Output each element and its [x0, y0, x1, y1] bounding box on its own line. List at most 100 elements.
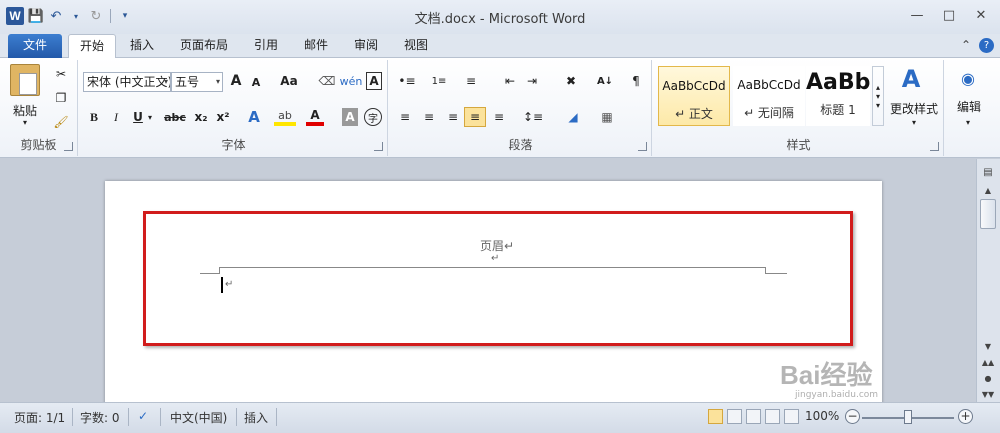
format-painter-icon[interactable]: 🖌 — [52, 114, 70, 130]
tab-insert[interactable]: 插入 — [122, 34, 162, 58]
change-styles-icon[interactable]: A — [894, 64, 928, 94]
paste-button-label[interactable]: 粘贴 — [4, 102, 46, 119]
decrease-indent-icon[interactable]: ⇤ — [500, 72, 520, 90]
font-size-combo[interactable]: 五号 ▾ — [171, 72, 223, 92]
paste-icon[interactable] — [10, 64, 40, 96]
web-layout-view-icon[interactable] — [746, 409, 761, 424]
close-button[interactable]: ✕ — [966, 4, 996, 26]
find-binoculars-icon[interactable]: ◉ — [956, 66, 980, 90]
paragraph-launcher-icon[interactable] — [638, 142, 647, 151]
clipboard-launcher-icon[interactable] — [64, 142, 73, 151]
minimize-ribbon-icon[interactable]: ⌃ — [961, 38, 971, 53]
previous-page-icon[interactable]: ▲▲ — [979, 355, 997, 369]
zoom-slider-thumb[interactable] — [904, 410, 912, 424]
subscript-icon[interactable]: x₂ — [192, 108, 210, 126]
scroll-up-icon[interactable]: ▲ — [979, 183, 997, 197]
distributed-icon[interactable]: ≡ — [490, 108, 508, 126]
browse-object-icon[interactable]: ● — [979, 371, 997, 385]
title-bar: W 💾 ↶ ▾ ↻ ▾ 文档.docx - Microsoft Word — □… — [0, 0, 1000, 34]
italic-icon[interactable]: I — [108, 108, 124, 126]
tab-home[interactable]: 开始 — [68, 34, 116, 59]
styles-launcher-icon[interactable] — [930, 142, 939, 151]
font-size-value: 五号 — [175, 75, 200, 89]
cut-icon[interactable]: ✂ — [52, 66, 70, 82]
minimize-button[interactable]: — — [902, 4, 932, 26]
copy-icon[interactable]: ❐ — [52, 90, 70, 106]
change-styles-label[interactable]: 更改样式 — [886, 100, 942, 117]
numbering-icon[interactable]: 1≡ — [428, 72, 450, 90]
language-indicator[interactable]: 中文(中国) — [170, 409, 227, 426]
page-count[interactable]: 页面: 1/1 — [14, 409, 65, 426]
change-case-icon[interactable]: Aa — [276, 72, 302, 90]
zoom-in-icon[interactable]: + — [958, 409, 973, 424]
bold-icon[interactable]: B — [86, 108, 102, 126]
editing-dropdown-icon[interactable]: ▾ — [962, 118, 974, 127]
style-sample: AaBbCcDd — [662, 79, 726, 93]
paste-dropdown-icon[interactable]: ▾ — [18, 118, 32, 127]
tab-page-layout[interactable]: 页面布局 — [172, 34, 236, 58]
enclose-characters-icon[interactable]: 字 — [364, 108, 382, 126]
tab-review[interactable]: 审阅 — [346, 34, 386, 58]
font-color-icon[interactable]: A — [306, 108, 324, 126]
full-screen-reading-view-icon[interactable] — [727, 409, 742, 424]
multilevel-list-icon[interactable]: ≡ — [460, 72, 482, 90]
group-label-font: 字体 — [221, 138, 246, 152]
align-left-icon[interactable]: ≡ — [396, 108, 414, 126]
align-center-icon[interactable]: ≡ — [420, 108, 438, 126]
status-separator — [276, 408, 277, 426]
zoom-out-icon[interactable]: − — [845, 409, 860, 424]
show-marks-icon[interactable]: ¶ — [628, 72, 644, 90]
underline-dropdown-icon[interactable]: ▾ — [144, 108, 156, 126]
scrollbar-thumb[interactable] — [980, 199, 996, 229]
phonetic-guide-icon[interactable]: wén — [340, 72, 363, 90]
highlight-icon[interactable]: ab — [274, 108, 296, 126]
style-no-spacing[interactable]: AaBbCcDd ↵ 无间隔 — [733, 66, 805, 126]
proofing-icon[interactable]: ✓ — [138, 409, 148, 423]
help-icon[interactable]: ? — [979, 38, 994, 53]
change-styles-dropdown-icon[interactable]: ▾ — [908, 118, 920, 127]
chinese-layout-icon[interactable]: ✖ — [558, 72, 584, 90]
draft-view-icon[interactable] — [784, 409, 799, 424]
ruler-toggle-icon[interactable]: ▤ — [979, 165, 997, 179]
sort-icon[interactable]: A↓ — [594, 72, 616, 90]
window-controls: — □ ✕ — [902, 4, 996, 26]
bullets-icon[interactable]: •≡ — [396, 72, 418, 90]
text-effects-icon[interactable]: A — [244, 108, 264, 126]
superscript-icon[interactable]: x² — [214, 108, 232, 126]
tab-references[interactable]: 引用 — [246, 34, 286, 58]
group-label-paragraph: 段落 — [508, 138, 533, 152]
maximize-button[interactable]: □ — [934, 4, 964, 26]
zoom-level[interactable]: 100% — [805, 409, 839, 423]
shading-icon[interactable]: ◢ — [560, 108, 586, 126]
font-launcher-icon[interactable] — [374, 142, 383, 151]
tab-view[interactable]: 视图 — [396, 34, 436, 58]
strikethrough-icon[interactable]: abc — [162, 108, 188, 126]
clear-format-icon[interactable]: ⌫ — [318, 72, 336, 90]
scroll-down-icon[interactable]: ▼ — [979, 339, 997, 353]
styles-gallery-scroll[interactable]: ▴ ▾ ▾ — [872, 66, 884, 126]
shrink-font-icon[interactable]: A — [248, 74, 264, 90]
increase-indent-icon[interactable]: ⇥ — [522, 72, 542, 90]
outline-view-icon[interactable] — [765, 409, 780, 424]
character-border-icon[interactable]: A — [366, 72, 382, 90]
font-name-combo[interactable]: 宋体 (中文正文) ▾ — [83, 72, 171, 92]
line-spacing-icon[interactable]: ↕≡ — [520, 108, 546, 126]
group-paragraph: •≡ 1≡ ≡ ⇤ ⇥ ✖ A↓ ¶ ≡ ≡ ≡ ≡ ≡ ↕≡ ◢ ▦ 段落 — [390, 60, 652, 156]
align-right-icon[interactable]: ≡ — [444, 108, 462, 126]
editing-label[interactable]: 编辑 — [946, 98, 992, 115]
tab-file[interactable]: 文件 — [8, 34, 62, 58]
borders-icon[interactable]: ▦ — [594, 108, 620, 126]
style-normal[interactable]: AaBbCcDd ↵ 正文 — [658, 66, 730, 126]
ribbon: 粘贴 ▾ ✂ ❐ 🖌 剪贴板 宋体 (中文正文) ▾ 五号 ▾ A A Aa ⌫ w… — [0, 58, 1000, 158]
print-layout-view-icon[interactable] — [708, 409, 723, 424]
insert-mode-indicator[interactable]: 插入 — [244, 409, 268, 426]
style-heading-1[interactable]: AaBb 标题 1 — [806, 66, 870, 126]
character-shading-icon[interactable]: A — [342, 108, 358, 126]
grow-font-icon[interactable]: A — [228, 72, 244, 90]
tab-mailings[interactable]: 邮件 — [296, 34, 336, 58]
vertical-scrollbar[interactable]: ▤ ▲ ▼ ▲▲ ● ▼▼ — [976, 159, 1000, 402]
next-page-icon[interactable]: ▼▼ — [979, 387, 997, 401]
justify-icon[interactable]: ≡ — [464, 107, 486, 127]
window-title: 文档.docx - Microsoft Word — [414, 12, 586, 27]
word-count[interactable]: 字数: 0 — [80, 409, 120, 426]
